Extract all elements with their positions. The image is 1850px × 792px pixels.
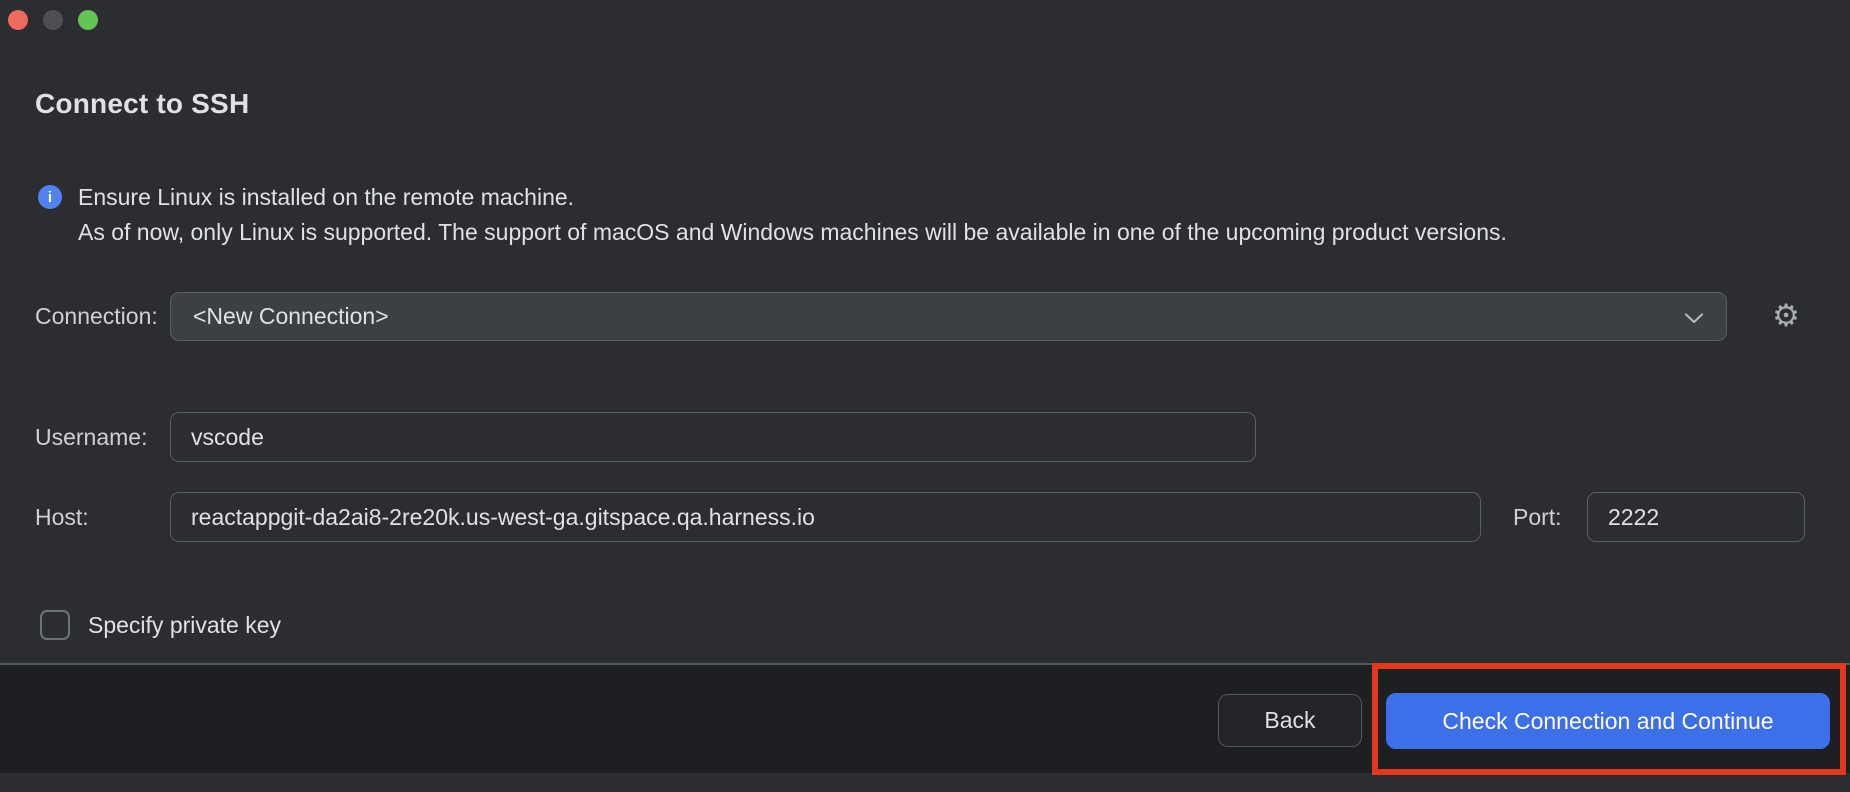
check-connection-and-continue-button[interactable]: Check Connection and Continue: [1386, 693, 1830, 749]
window-bottom-strip: [0, 773, 1850, 792]
host-row: Host: Port:: [0, 492, 1850, 542]
connection-settings-button[interactable]: ⚙: [1766, 296, 1806, 336]
host-input[interactable]: [170, 492, 1481, 542]
connection-selected-value: <New Connection>: [193, 303, 389, 330]
private-key-row[interactable]: Specify private key: [0, 610, 1850, 641]
private-key-label: Specify private key: [88, 610, 281, 641]
connection-select[interactable]: <New Connection>: [170, 292, 1727, 341]
window-close-button[interactable]: [8, 10, 28, 30]
private-key-checkbox[interactable]: [40, 610, 70, 640]
window-minimize-button[interactable]: [43, 10, 63, 30]
page-title: Connect to SSH: [35, 88, 249, 120]
port-label: Port:: [1513, 492, 1562, 542]
username-label: Username:: [35, 412, 147, 462]
dialog-footer: Back Check Connection and Continue: [0, 663, 1850, 773]
connect-to-ssh-dialog: Connect to SSH i Ensure Linux is install…: [0, 0, 1850, 792]
connection-row: Connection: <New Connection> ⚙: [0, 292, 1850, 341]
back-button[interactable]: Back: [1218, 694, 1362, 747]
notice-text: Ensure Linux is installed on the remote …: [78, 180, 1507, 250]
username-row: Username:: [0, 412, 1850, 462]
window-zoom-button[interactable]: [78, 10, 98, 30]
host-label: Host:: [35, 492, 89, 542]
chevron-down-icon: [1684, 313, 1704, 324]
port-input[interactable]: [1587, 492, 1805, 542]
notice-line-1: Ensure Linux is installed on the remote …: [78, 180, 1507, 215]
info-notice: i Ensure Linux is installed on the remot…: [38, 180, 1507, 250]
gear-icon: ⚙: [1772, 298, 1800, 333]
notice-line-2: As of now, only Linux is supported. The …: [78, 215, 1507, 250]
username-input[interactable]: [170, 412, 1256, 462]
connection-label: Connection:: [35, 292, 158, 341]
info-icon: i: [38, 185, 62, 209]
